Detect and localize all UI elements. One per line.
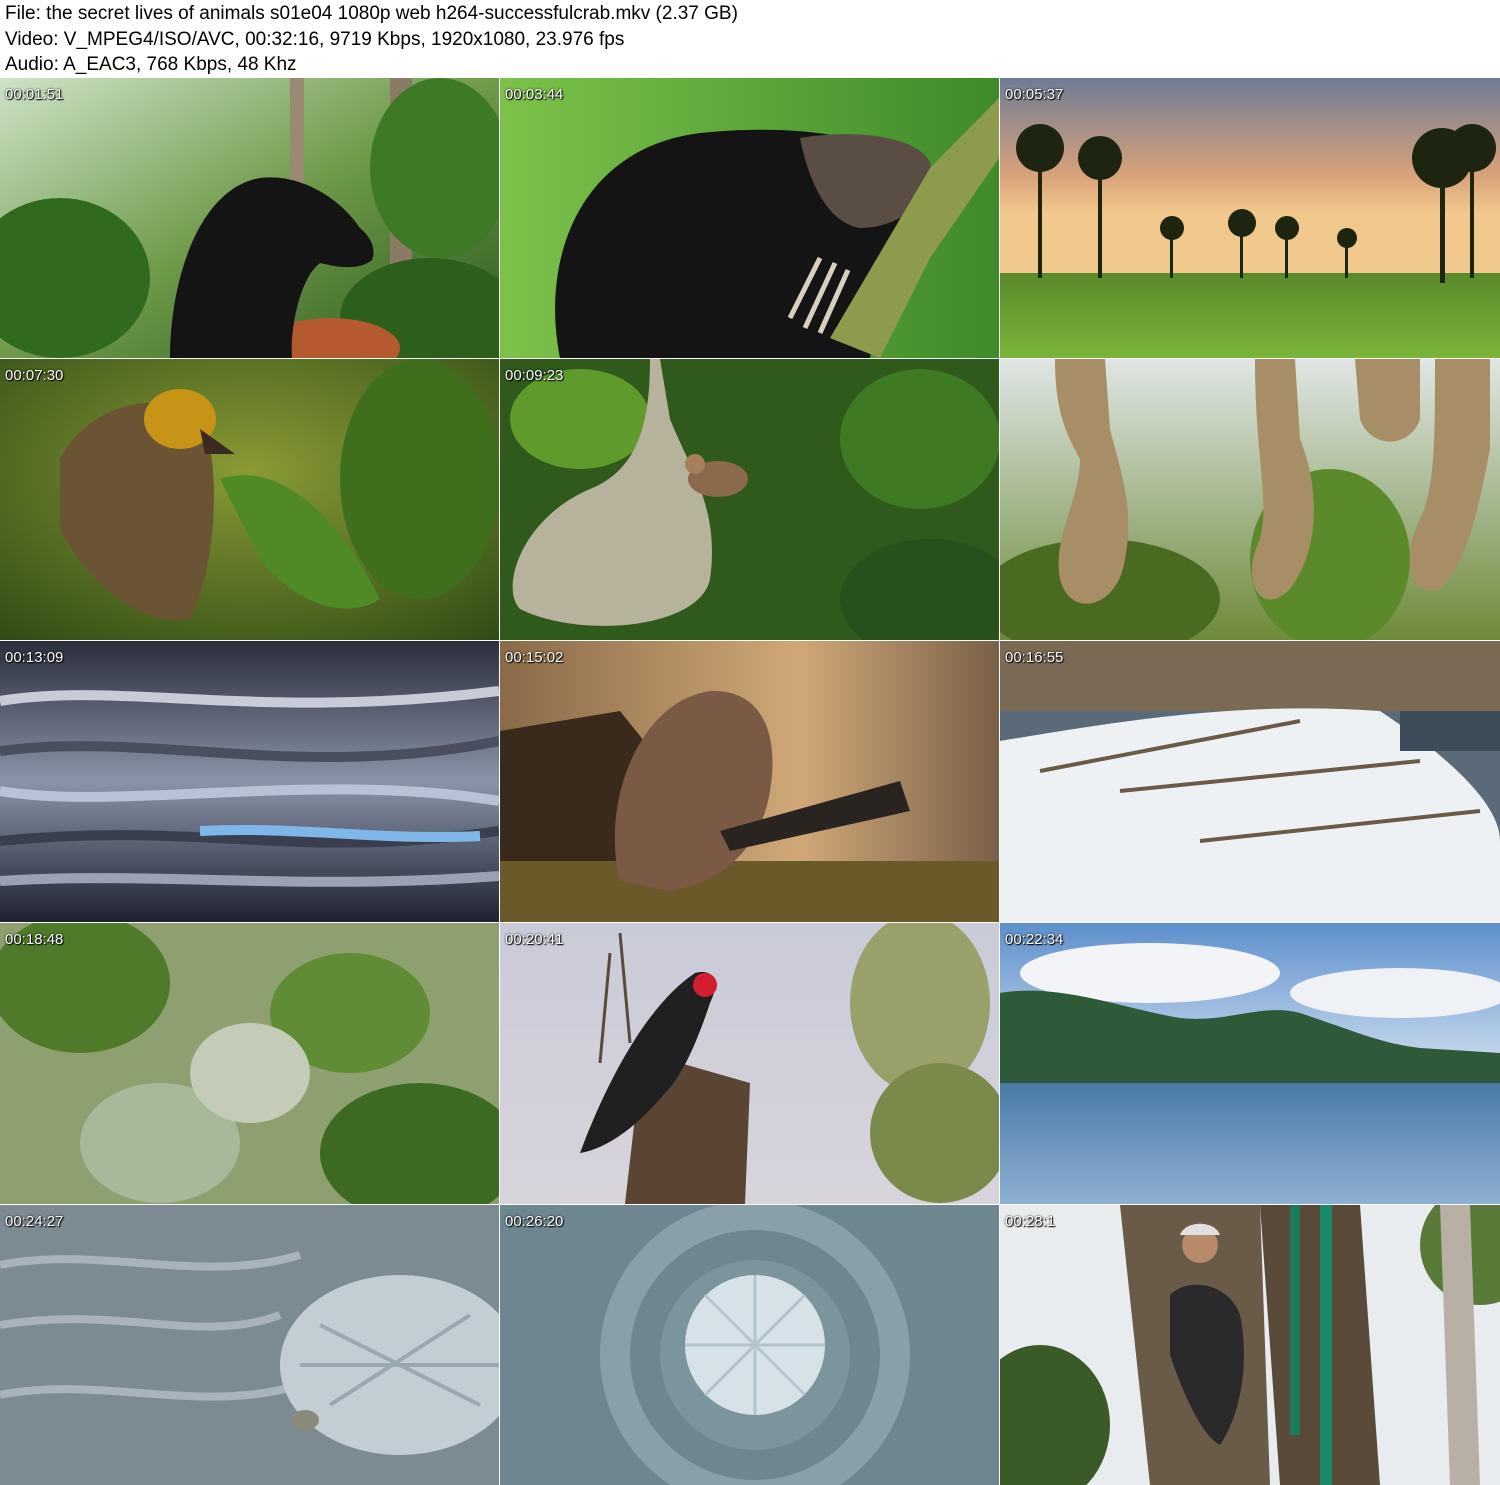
thumbnail: 00:28:1	[1000, 1205, 1500, 1485]
thumbnail-grid: 00:01:51 00:03:44 00:05:37 00:07:30 00:0…	[0, 78, 1500, 1485]
timestamp: 00:07:30	[5, 367, 64, 384]
timestamp: 00:13:09	[5, 649, 64, 666]
file-line: File: the secret lives of animals s01e04…	[5, 3, 738, 24]
timestamp: 00:15:02	[505, 649, 564, 666]
thumbnail: 00:07:30	[0, 359, 499, 640]
thumbnail: 00:05:37	[1000, 78, 1500, 358]
timestamp: 00:18:48	[5, 931, 64, 948]
video-line: Video: V_MPEG4/ISO/AVC, 00:32:16, 9719 K…	[5, 29, 625, 50]
sand-ripples-pufferfish-image	[0, 1205, 499, 1485]
thumbnail: 00:15:02	[500, 641, 999, 922]
palm-cockatoo-image	[500, 923, 999, 1204]
thumbnail	[1000, 359, 1500, 640]
weaver-nest-image	[500, 359, 999, 640]
thumbnail: 00:26:20	[500, 1205, 999, 1485]
timestamp: 00:24:27	[5, 1213, 64, 1230]
palm-field-sunset-image	[1000, 78, 1500, 358]
thumbnail: 00:13:09	[0, 641, 499, 922]
thumbnail: 00:24:27	[0, 1205, 499, 1485]
weaver-bird-leaf-image	[0, 359, 499, 640]
timestamp: 00:20:41	[505, 931, 564, 948]
water-ripples-image	[0, 641, 499, 922]
timestamp: 00:28:1	[1005, 1213, 1056, 1230]
thumbnail: 00:09:23	[500, 359, 999, 640]
coastal-mountains-image	[1000, 923, 1500, 1204]
timestamp: 00:26:20	[505, 1213, 564, 1230]
beaver-image	[500, 641, 999, 922]
timestamp: 00:22:34	[1005, 931, 1064, 948]
timestamp: 00:05:37	[1005, 86, 1064, 103]
snowy-beaver-lodge-image	[1000, 641, 1500, 922]
thumbnail: 00:03:44	[500, 78, 999, 358]
hanging-nests-image	[1000, 359, 1500, 640]
thumbnail: 00:18:48	[0, 923, 499, 1204]
timestamp: 00:01:51	[5, 86, 64, 103]
timestamp: 00:03:44	[505, 86, 564, 103]
thumbnail: 00:01:51	[0, 78, 499, 358]
timestamp: 00:16:55	[1005, 649, 1064, 666]
thumbnail: 00:22:34	[1000, 923, 1500, 1204]
pufferfish-sand-circle-image	[500, 1205, 999, 1485]
thumbnail: 00:20:41	[500, 923, 999, 1204]
timestamp: 00:09:23	[505, 367, 564, 384]
sun-bear-forest-image	[0, 78, 499, 358]
thumbnail: 00:16:55	[1000, 641, 1500, 922]
tree-climber-image	[1000, 1205, 1500, 1485]
file-info-header: File: the secret lives of animals s01e04…	[0, 0, 1500, 78]
blurred-foliage-image	[0, 923, 499, 1204]
sun-bear-closeup-image	[500, 78, 999, 358]
audio-line: Audio: A_EAC3, 768 Kbps, 48 Khz	[5, 54, 297, 75]
